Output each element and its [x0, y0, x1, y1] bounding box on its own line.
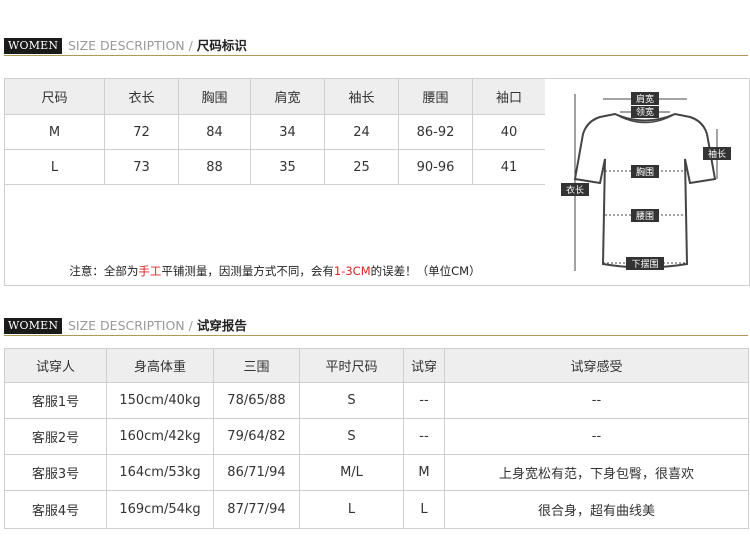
table-cell: 90-96	[398, 149, 473, 185]
header-cell: 平时尺码	[299, 348, 404, 383]
header-cell: 腰围	[398, 78, 473, 115]
header-cell: 尺码	[4, 78, 105, 115]
section-title: SIZE DESCRIPTION / 试穿报告	[68, 318, 247, 333]
table-cell: 客服2号	[4, 418, 107, 455]
header-cell: 三围	[213, 348, 300, 383]
note-row: 注意：全部为手工平铺测量，因测量方式不同，会有1-3CM的误差！（单位CM）	[4, 184, 546, 286]
table-row: M 72 84 34 24 86-92 40	[4, 114, 546, 150]
sleeve-label: 袖长	[708, 148, 726, 160]
chest-label: 胸围	[636, 166, 654, 178]
size-section-header: WOMEN SIZE DESCRIPTION / 尺码标识	[4, 36, 748, 56]
header-cell: 肩宽	[250, 78, 325, 115]
table-row: 客服4号 169cm/54kg 87/77/94 L L 很合身，超有曲线美	[4, 490, 749, 529]
table-row: 客服2号 160cm/42kg 79/64/82 S -- --	[4, 418, 749, 455]
table-cell: S	[299, 382, 404, 419]
table-cell: 86-92	[398, 114, 473, 150]
header-cell: 衣长	[104, 78, 179, 115]
table-cell: 78/65/88	[213, 382, 300, 419]
table-cell: 84	[178, 114, 251, 150]
shoulder-label: 肩宽	[636, 93, 654, 105]
table-cell: 169cm/54kg	[106, 490, 214, 529]
header-cell: 试穿	[403, 348, 445, 383]
shirt-outline	[573, 112, 717, 269]
table-cell: 很合身，超有曲线美	[444, 490, 749, 529]
header-cell: 试穿人	[4, 348, 107, 383]
table-cell: 35	[250, 149, 325, 185]
header-cell: 胸围	[178, 78, 251, 115]
table-cell: 88	[178, 149, 251, 185]
table-cell: 客服1号	[4, 382, 107, 419]
table-cell: 24	[324, 114, 399, 150]
section-divider	[4, 335, 748, 336]
table-cell: 25	[324, 149, 399, 185]
header-cell: 袖口	[472, 78, 546, 115]
table-cell: 72	[104, 114, 179, 150]
table-cell: 41	[472, 149, 546, 185]
table-cell: 86/71/94	[213, 454, 300, 491]
measurement-note: 注意：全部为手工平铺测量，因测量方式不同，会有1-3CM的误差！（单位CM）	[4, 184, 546, 286]
table-cell: 上身宽松有范，下身包臀，很喜欢	[444, 454, 749, 491]
table-cell: 160cm/42kg	[106, 418, 214, 455]
table-cell: 客服4号	[4, 490, 107, 529]
section-title: SIZE DESCRIPTION / 尺码标识	[68, 38, 247, 53]
fit-table-header: 试穿人 身高体重 三围 平时尺码 试穿 试穿感受	[4, 348, 749, 383]
section-divider	[4, 55, 748, 56]
waist-label: 腰围	[636, 211, 654, 222]
length-label: 衣长	[566, 184, 584, 196]
header-cell: 身高体重	[106, 348, 214, 383]
garment-diagram: 肩宽 领宽 衣长 袖长 胸围 腰围 下摆围	[545, 78, 750, 286]
table-cell: 40	[472, 114, 546, 150]
size-table-header: 尺码 衣长 胸围 肩宽 袖长 腰围 袖口	[4, 78, 546, 115]
fit-report-table: 试穿人 身高体重 三围 平时尺码 试穿 试穿感受 客服1号 150cm/40kg…	[4, 348, 749, 529]
table-cell: 150cm/40kg	[106, 382, 214, 419]
table-cell: 79/64/82	[213, 418, 300, 455]
table-cell: L	[4, 149, 105, 185]
table-cell: --	[444, 382, 749, 419]
table-cell: L	[299, 490, 404, 529]
table-cell: L	[403, 490, 445, 529]
hem-label: 下摆围	[631, 258, 658, 270]
table-cell: M/L	[299, 454, 404, 491]
header-cell: 袖长	[324, 78, 399, 115]
size-table: 尺码 衣长 胸围 肩宽 袖长 腰围 袖口 M 72 84 34 24 86-92…	[4, 78, 546, 286]
table-cell: M	[403, 454, 445, 491]
women-tag: WOMEN	[4, 38, 63, 54]
fit-section-header: WOMEN SIZE DESCRIPTION / 试穿报告	[4, 316, 748, 336]
table-cell: --	[403, 382, 445, 419]
table-row: 客服3号 164cm/53kg 86/71/94 M/L M 上身宽松有范，下身…	[4, 454, 749, 491]
table-cell: 34	[250, 114, 325, 150]
neck-label: 领宽	[636, 106, 654, 118]
table-cell: --	[444, 418, 749, 455]
table-cell: 164cm/53kg	[106, 454, 214, 491]
table-cell: M	[4, 114, 105, 150]
table-row: 客服1号 150cm/40kg 78/65/88 S -- --	[4, 382, 749, 419]
table-cell: S	[299, 418, 404, 455]
women-tag: WOMEN	[4, 318, 63, 334]
table-cell: 87/77/94	[213, 490, 300, 529]
shirt-illustration: 肩宽 领宽 衣长 袖长 胸围 腰围 下摆围	[561, 92, 731, 271]
table-row: L 73 88 35 25 90-96 41	[4, 149, 546, 185]
header-cell: 试穿感受	[444, 348, 749, 383]
table-cell: --	[403, 418, 445, 455]
table-cell: 73	[104, 149, 179, 185]
table-cell: 客服3号	[4, 454, 107, 491]
